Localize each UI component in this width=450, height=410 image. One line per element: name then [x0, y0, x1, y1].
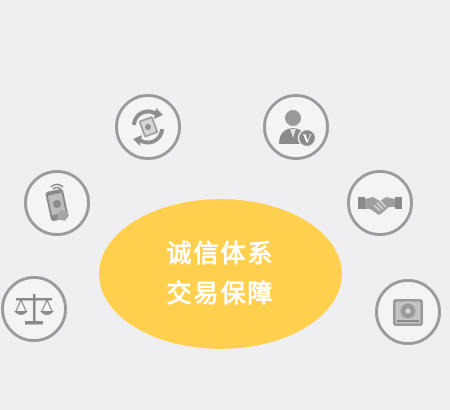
trust-diagram: 诚信体系 交易保障 V: [0, 0, 450, 410]
svg-text:V: V: [302, 133, 312, 146]
center-badge: 诚信体系 交易保障: [99, 199, 342, 349]
balance-scale-icon: [1, 276, 67, 342]
mobile-payment-icon: [24, 170, 90, 236]
handshake-icon: [347, 170, 413, 236]
money-exchange-icon: [115, 94, 181, 160]
center-title-line1: 诚信体系: [166, 239, 275, 268]
verified-user-icon: V: [263, 94, 329, 160]
hard-drive-icon: [375, 279, 441, 345]
center-title-line2: 交易保障: [166, 279, 275, 308]
